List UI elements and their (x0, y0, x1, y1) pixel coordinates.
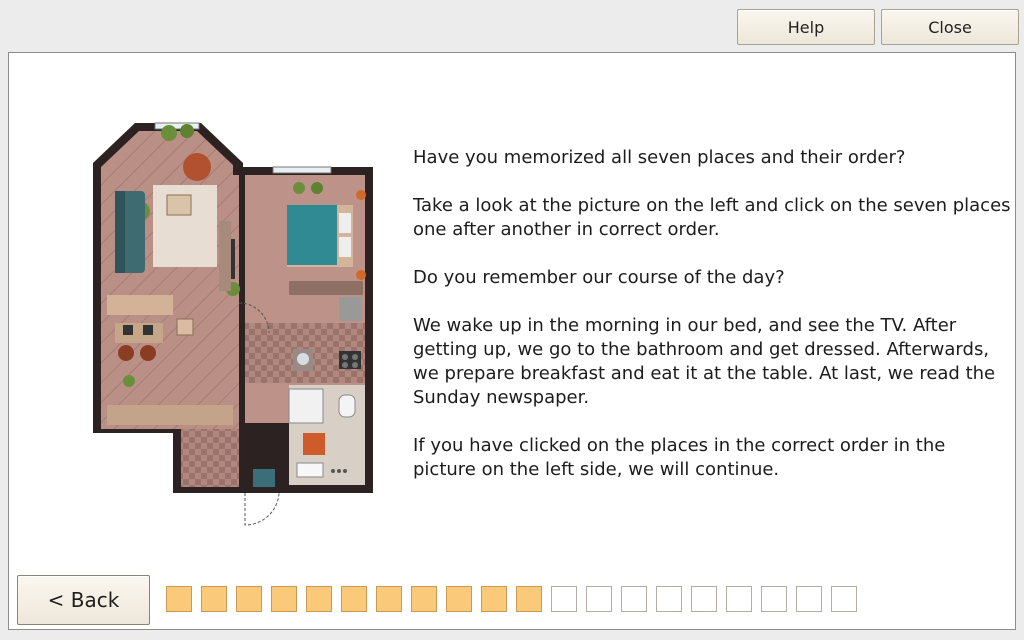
floor-plan-image[interactable] (93, 113, 385, 533)
progress-step (166, 586, 192, 612)
instructions-text: Have you memorized all seven places and … (413, 146, 1013, 506)
instruction-prompt: Do you remember our course of the day? (413, 267, 785, 288)
instruction-task: Take a look at the picture on the left a… (413, 195, 1011, 240)
progress-step (516, 586, 542, 612)
progress-step (621, 586, 647, 612)
content-panel: Have you memorized all seven places and … (8, 52, 1016, 630)
instruction-story: We wake up in the morning in our bed, an… (413, 315, 996, 408)
progress-step (831, 586, 857, 612)
back-button[interactable]: < Back (17, 575, 150, 625)
progress-step (341, 586, 367, 612)
close-button[interactable]: Close (881, 9, 1019, 45)
progress-step (726, 586, 752, 612)
progress-step (481, 586, 507, 612)
progress-step (236, 586, 262, 612)
progress-step (761, 586, 787, 612)
progress-step (201, 586, 227, 612)
progress-step (551, 586, 577, 612)
progress-step (656, 586, 682, 612)
instruction-question: Have you memorized all seven places and … (413, 147, 906, 168)
instruction-continue: If you have clicked on the places in the… (413, 435, 946, 480)
progress-step (796, 586, 822, 612)
progress-step (691, 586, 717, 612)
progress-step (446, 586, 472, 612)
progress-tracker (166, 586, 857, 612)
progress-step (271, 586, 297, 612)
progress-step (306, 586, 332, 612)
progress-step (376, 586, 402, 612)
progress-step (411, 586, 437, 612)
progress-step (586, 586, 612, 612)
help-button[interactable]: Help (737, 9, 875, 45)
